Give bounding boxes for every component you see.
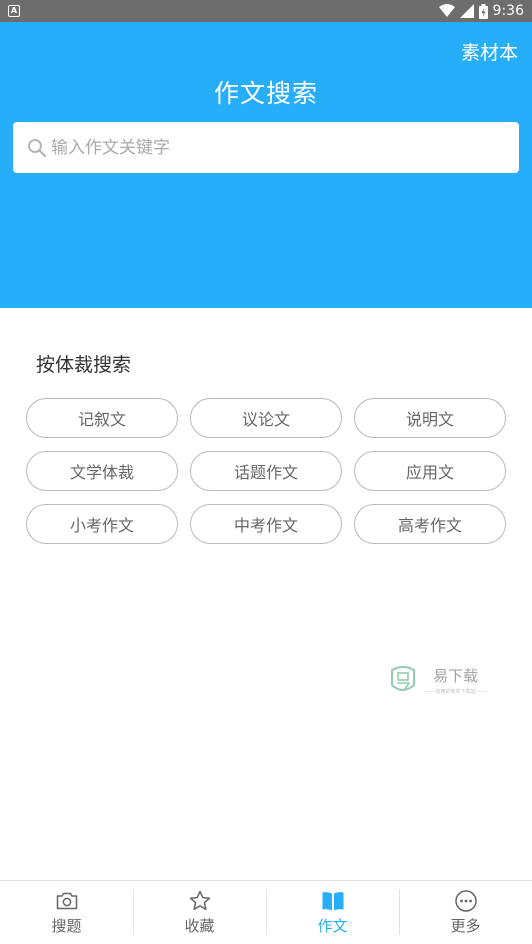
search-icon <box>28 138 47 157</box>
battery-icon <box>478 3 488 19</box>
genre-button-college-exam[interactable]: 高考作文 <box>354 504 506 544</box>
genre-button-primary-exam[interactable]: 小考作文 <box>26 504 178 544</box>
wifi-icon <box>438 4 455 17</box>
bottom-tab-bar: 搜题 收藏 作文 更多 <box>0 880 532 944</box>
watermark-text: 易下载 —— 好用的软件下载站 —— <box>424 665 487 695</box>
genre-button-practical[interactable]: 应用文 <box>354 451 506 491</box>
status-time: 9:36 <box>492 3 524 19</box>
app-notification-icon: A <box>8 5 20 17</box>
book-icon <box>322 892 343 911</box>
tab-label: 作文 <box>317 917 348 935</box>
genre-button-argumentative[interactable]: 议论文 <box>190 398 342 438</box>
genre-button-narrative[interactable]: 记叙文 <box>26 398 178 438</box>
tab-search-question[interactable]: 搜题 <box>0 881 133 944</box>
more-icon <box>454 890 477 912</box>
tab-more[interactable]: 更多 <box>399 881 532 944</box>
material-book-button[interactable]: 素材本 <box>461 38 518 65</box>
search-box[interactable] <box>13 122 519 173</box>
genre-button-middle-exam[interactable]: 中考作文 <box>190 504 342 544</box>
status-icons: 9:36 <box>438 2 524 20</box>
genre-grid: 记叙文 议论文 说明文 文学体裁 话题作文 应用文 小考作文 中考作文 高考作文 <box>26 398 506 544</box>
section-title: 按体裁搜索 <box>36 354 132 376</box>
page-title: 作文搜索 <box>213 79 318 108</box>
watermark-logo-icon <box>391 666 415 691</box>
watermark: 易下载 —— 好用的软件下载站 —— <box>388 662 488 698</box>
genre-button-expository[interactable]: 说明文 <box>354 398 506 438</box>
genre-button-literary[interactable]: 文学体裁 <box>26 451 178 491</box>
tab-label: 收藏 <box>184 917 215 935</box>
signal-icon <box>459 4 474 18</box>
watermark-sub: —— 好用的软件下载站 —— <box>424 689 488 695</box>
search-header: 素材本 作文搜索 <box>0 22 532 308</box>
tab-label: 更多 <box>450 917 481 935</box>
search-input[interactable] <box>51 137 491 158</box>
tab-composition[interactable]: 作文 <box>266 881 399 944</box>
star-icon <box>189 890 210 911</box>
camera-icon <box>56 892 77 910</box>
tab-favorites[interactable]: 收藏 <box>133 881 266 944</box>
watermark-main: 易下载 <box>433 667 479 685</box>
genre-button-topic[interactable]: 话题作文 <box>190 451 342 491</box>
status-bar: A 9:36 <box>0 0 532 22</box>
tab-label: 搜题 <box>51 917 82 935</box>
